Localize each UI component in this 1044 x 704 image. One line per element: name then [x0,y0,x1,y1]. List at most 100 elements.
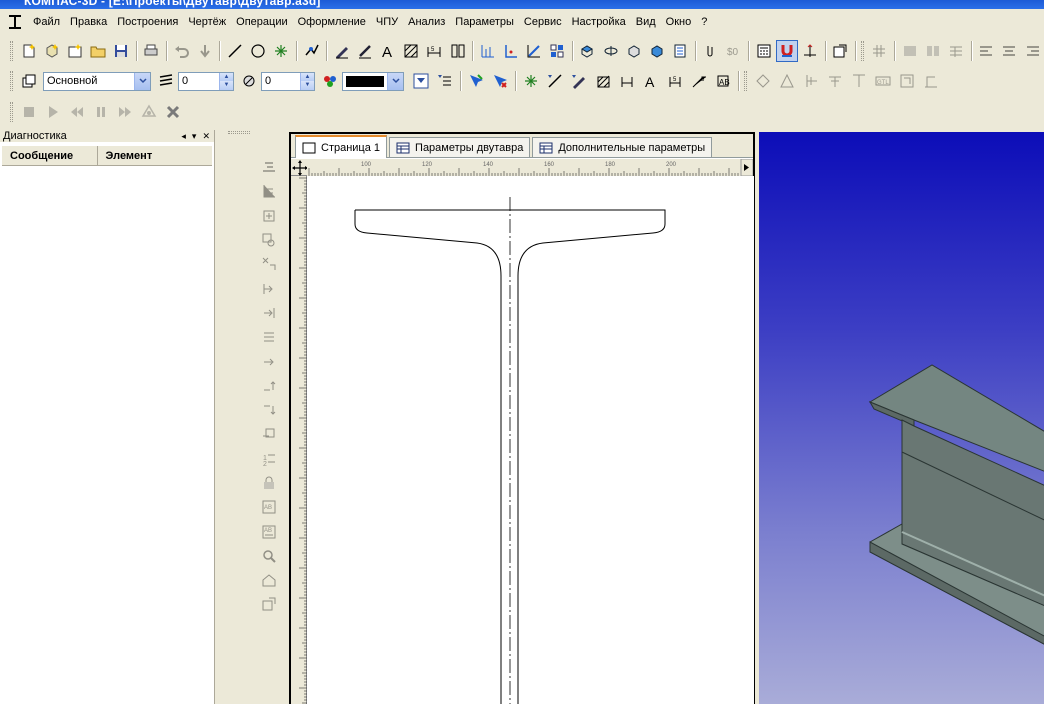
select-all-icon[interactable] [465,70,487,92]
include-icon[interactable] [258,423,280,445]
lock-icon[interactable] [258,472,280,494]
toolbar-grip[interactable] [10,71,13,91]
rewind-icon[interactable] [66,101,88,123]
panel-arrow-icon[interactable]: ◂ [181,131,186,142]
column-element[interactable]: Элемент [98,146,212,165]
library-icon[interactable] [670,40,691,62]
app-icon[interactable] [6,13,24,31]
menu-edit[interactable]: Правка [65,14,112,30]
snap-dimension-icon[interactable] [616,70,638,92]
style-select[interactable]: Основной [43,71,151,91]
shell-icon[interactable] [646,40,667,62]
calculator-icon[interactable] [753,40,774,62]
redo-icon[interactable] [194,40,215,62]
menu-design[interactable]: Оформление [293,14,371,30]
stepper-down-icon[interactable]: ▼ [301,81,314,90]
panel-close-icon[interactable]: ✕ [202,131,210,142]
menu-drawing[interactable]: Чертёж [183,14,231,30]
menu-window[interactable]: Окно [661,14,697,30]
house-icon[interactable] [258,569,280,591]
snap-point-icon[interactable] [520,70,542,92]
toolbar-grip[interactable] [10,41,13,61]
point-tool-icon[interactable] [271,40,292,62]
snap-leader-icon[interactable]: 5 [688,70,710,92]
close-icon[interactable] [162,101,184,123]
level-up-icon[interactable] [258,277,280,299]
tolerance-frame-icon[interactable]: GTL [872,70,894,92]
weld-icon[interactable] [800,70,822,92]
move-up-icon[interactable] [258,375,280,397]
blocks-icon[interactable] [547,40,568,62]
text-ab-icon[interactable]: AB [258,496,280,518]
menu-cnc[interactable]: ЧПУ [371,14,403,30]
play-icon[interactable] [42,101,64,123]
pen-tool-icon[interactable] [331,40,352,62]
menu-service[interactable]: Сервис [519,14,567,30]
color-select[interactable] [342,71,404,91]
layer-number-stepper[interactable]: 0 ▲ ▼ [261,71,315,91]
view-one-icon[interactable] [899,40,920,62]
stepper-down-icon[interactable]: ▼ [220,81,233,90]
menu-file[interactable]: Файл [28,14,65,30]
snap-pen-icon[interactable] [568,70,590,92]
sort-icon[interactable]: 12 [258,448,280,470]
menu-help[interactable]: ? [696,14,712,30]
coordinate-icon[interactable] [800,40,821,62]
snap-tool-icon[interactable] [301,40,322,62]
symbol-icon[interactable] [752,70,774,92]
toolbar-grip[interactable] [10,102,13,122]
stepper-up-icon[interactable]: ▲ [220,72,233,81]
chevron-down-icon[interactable] [387,72,403,90]
export-icon[interactable] [258,593,280,615]
tab-beam-parameters[interactable]: Параметры двутавра [389,137,531,157]
view-table-icon[interactable] [945,40,966,62]
tree-edit-icon[interactable] [258,156,280,178]
filter-list-icon[interactable] [434,70,456,92]
deselect-icon[interactable] [489,70,511,92]
tab-page-1[interactable]: Страница 1 [295,135,388,158]
move-down-icon[interactable] [258,399,280,421]
table-tool-icon[interactable] [447,40,468,62]
stop-icon[interactable] [18,101,40,123]
print-icon[interactable] [141,40,162,62]
cut-extrude-icon[interactable] [623,40,644,62]
pencil-tool-icon[interactable] [354,40,375,62]
axis-icon[interactable] [500,40,521,62]
text-tool-icon[interactable]: A [377,40,398,62]
tree-replace-icon[interactable] [258,253,280,275]
component-icon[interactable] [138,101,160,123]
align-right-icon[interactable] [1022,40,1043,62]
pause-icon[interactable] [90,101,112,123]
position-icon[interactable] [896,70,918,92]
tree-table-icon[interactable] [258,180,280,202]
attach-icon[interactable] [700,40,721,62]
view-grid-icon[interactable] [869,40,890,62]
properties-icon[interactable] [830,40,851,62]
stepper-up-icon[interactable]: ▲ [301,72,314,81]
new-document-icon[interactable] [18,40,39,62]
marker-icon[interactable] [920,70,942,92]
menu-parameters[interactable]: Параметры [450,14,519,30]
insert-before-icon[interactable] [258,326,280,348]
toolbar-grip[interactable] [744,71,747,91]
magnet-snap-icon[interactable] [776,40,798,62]
layer-manager-icon[interactable] [18,70,40,92]
grid-icon[interactable] [477,40,498,62]
surface-icon[interactable] [824,70,846,92]
fast-forward-icon[interactable] [114,101,136,123]
3d-viewport[interactable] [759,132,1044,704]
stepper-arrows[interactable]: ▲ ▼ [219,72,233,90]
toolbar-grip[interactable] [860,41,864,61]
menu-analysis[interactable]: Анализ [403,14,450,30]
measure-icon[interactable] [524,40,545,62]
text-ab-list-icon[interactable]: AB [258,520,280,542]
circle-tool-icon[interactable] [248,40,269,62]
snap-tolerance-icon[interactable]: AB [712,70,734,92]
snap-hatch-icon[interactable] [592,70,614,92]
snap-line-icon[interactable] [544,70,566,92]
menu-operations[interactable]: Операции [231,14,292,30]
align-center-icon[interactable] [999,40,1020,62]
level-down-icon[interactable] [258,302,280,324]
column-message[interactable]: Сообщение [2,146,98,165]
new-assembly-icon[interactable] [64,40,85,62]
